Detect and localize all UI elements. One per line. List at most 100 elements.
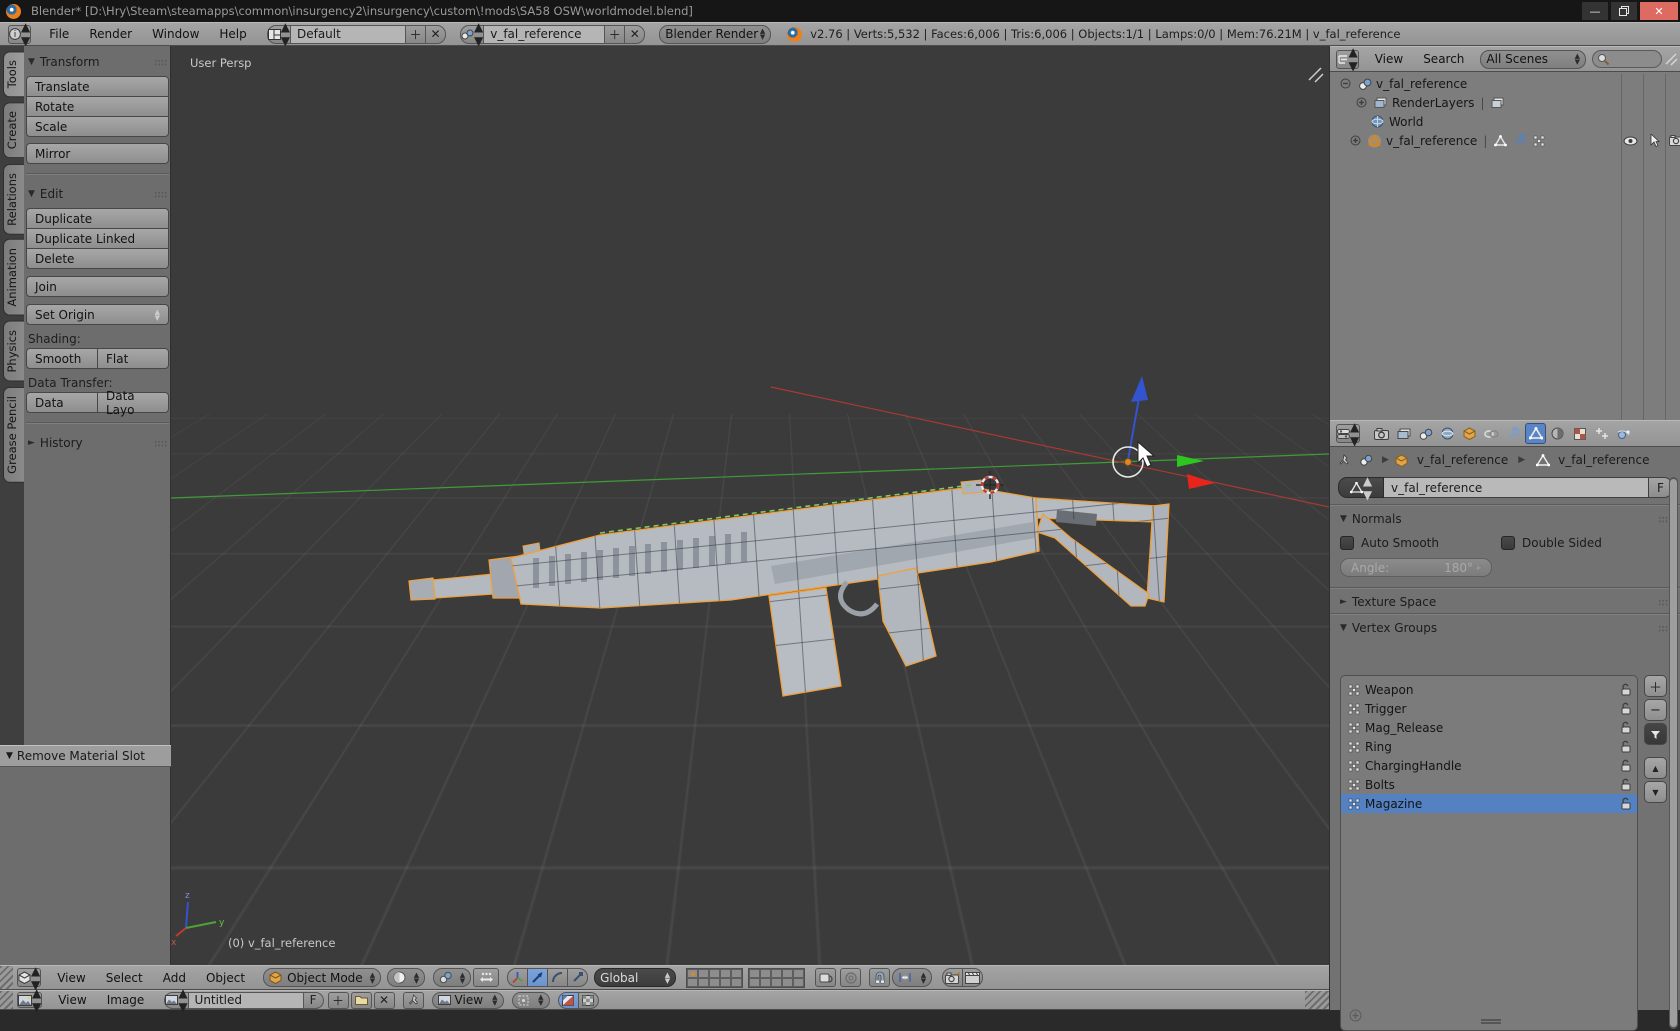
- outliner-row-world[interactable]: World: [1330, 112, 1680, 131]
- area-corner-widget[interactable]: [0, 991, 13, 1009]
- snap-toggle[interactable]: [869, 968, 891, 987]
- mesh-datablock-browse[interactable]: ▲ ▼: [1338, 474, 1384, 502]
- mirror-button[interactable]: Mirror: [26, 143, 169, 164]
- proportional-edit-toggle[interactable]: [840, 968, 862, 987]
- vertex-group-row[interactable]: Weapon: [1341, 680, 1637, 699]
- restore-button[interactable]: [1611, 2, 1637, 20]
- model-rifle[interactable]: [408, 476, 1171, 716]
- tab-scene[interactable]: [1415, 423, 1436, 444]
- pivot-point-select[interactable]: ▲ ▼: [433, 968, 472, 987]
- duplicate-linked-button[interactable]: Duplicate Linked: [26, 228, 169, 249]
- layers-group-1[interactable]: [686, 967, 744, 988]
- tab-object[interactable]: [1459, 423, 1480, 444]
- lock-to-scene-toggle[interactable]: [815, 968, 837, 987]
- panel-drag-handle[interactable]: [154, 190, 167, 198]
- selectability-cursor-icon[interactable]: [1647, 134, 1662, 147]
- tab-modifiers[interactable]: [1503, 423, 1524, 444]
- tab-object-data[interactable]: [1525, 423, 1547, 444]
- uv-pivot-select[interactable]: ▲ ▼: [511, 991, 550, 1009]
- operator-redo-panel[interactable]: ▼ Remove Material Slot: [0, 745, 171, 767]
- image-menu-image[interactable]: Image: [97, 993, 155, 1007]
- editor-type-image-button[interactable]: ▲ ▼: [17, 986, 43, 1014]
- render-engine-select[interactable]: Blender Render ▲ ▼: [659, 24, 772, 44]
- outliner-row-renderlayers[interactable]: RenderLayers |: [1330, 93, 1680, 112]
- outliner-menu-search[interactable]: Search: [1413, 52, 1474, 66]
- panel-header-normals[interactable]: ▼ Normals: [1330, 508, 1680, 530]
- view3d-menu-view[interactable]: View: [47, 971, 95, 985]
- collapse-icon[interactable]: [1338, 77, 1353, 90]
- tab-render-layers[interactable]: [1393, 423, 1414, 444]
- mode-select[interactable]: Object Mode ▲ ▼: [263, 968, 382, 987]
- tab-physics[interactable]: Physics: [3, 321, 24, 382]
- outliner-search-field[interactable]: [1591, 50, 1663, 68]
- tab-physics[interactable]: [1613, 423, 1634, 444]
- data-transfer-data-button[interactable]: Data: [26, 392, 98, 413]
- area-corner-widget[interactable]: [1662, 52, 1678, 66]
- angle-slider[interactable]: Angle: 180° ▸: [1340, 558, 1492, 577]
- menu-help[interactable]: Help: [209, 27, 256, 41]
- manipulator-z-arrowhead[interactable]: [1131, 376, 1148, 402]
- image-fake-user-button[interactable]: F: [302, 991, 324, 1009]
- scene-add-button[interactable]: ＋: [604, 24, 626, 44]
- shade-flat-button[interactable]: Flat: [97, 348, 169, 369]
- panel-header-transform[interactable]: ▼ Transform: [26, 52, 169, 72]
- image-open-button[interactable]: [350, 991, 372, 1009]
- mesh-name-field[interactable]: ▲ ▼ v_fal_reference F: [1338, 474, 1673, 502]
- layers-group-2[interactable]: [748, 967, 806, 988]
- list-resize-grip[interactable]: [1481, 1019, 1501, 1024]
- panel-drag-handle[interactable]: [154, 58, 167, 66]
- renderability-camera-icon[interactable]: [1668, 134, 1680, 147]
- rotate-button[interactable]: Rotate: [26, 96, 169, 117]
- expand-icon[interactable]: [1354, 96, 1369, 109]
- vertex-group-row[interactable]: Trigger: [1341, 699, 1637, 718]
- vertex-group-remove-button[interactable]: −: [1644, 699, 1667, 721]
- image-unlink-button[interactable]: ✕: [373, 991, 395, 1009]
- viewport-shading-select[interactable]: ▲ ▼: [387, 968, 426, 987]
- panel-drag-handle[interactable]: [154, 439, 167, 447]
- tab-particles[interactable]: [1591, 423, 1612, 444]
- vertex-group-row-selected[interactable]: Magazine: [1341, 794, 1637, 813]
- tab-grease-pencil[interactable]: Grease Pencil: [3, 386, 24, 483]
- area-corner-widget[interactable]: [1305, 991, 1329, 1009]
- outliner-menu-view[interactable]: View: [1365, 52, 1413, 66]
- menu-render[interactable]: Render: [79, 27, 142, 41]
- editor-type-properties-button[interactable]: ▲ ▼: [1336, 420, 1361, 448]
- image-view-mode-select[interactable]: View ▲ ▼: [431, 991, 504, 1009]
- vertex-group-specials-button[interactable]: [1644, 723, 1667, 745]
- breadcrumb-data[interactable]: v_fal_reference: [1558, 453, 1649, 467]
- tab-tools[interactable]: Tools: [3, 51, 24, 98]
- screen-layout-browse-button[interactable]: ▲ ▼: [266, 20, 291, 48]
- view3d-menu-add[interactable]: Add: [153, 971, 196, 985]
- area-corner-widget[interactable]: [0, 966, 13, 989]
- editor-type-3dview-button[interactable]: ▲ ▼: [17, 964, 42, 992]
- lock-open-icon[interactable]: [1620, 721, 1632, 734]
- editor-type-info-button[interactable]: i ▲ ▼: [8, 20, 32, 48]
- screen-layout-delete-button[interactable]: ✕: [424, 24, 446, 44]
- scale-button[interactable]: Scale: [26, 116, 169, 137]
- auto-smooth-checkbox[interactable]: [1340, 536, 1354, 550]
- join-button[interactable]: Join: [26, 276, 169, 297]
- outliner-row-scene[interactable]: v_fal_reference: [1330, 74, 1680, 93]
- tab-relations[interactable]: Relations: [3, 163, 24, 235]
- opengl-render-still-button[interactable]: +: [942, 968, 964, 987]
- lock-open-icon[interactable]: [1620, 702, 1632, 715]
- editor-type-outliner-button[interactable]: ▲ ▼: [1336, 45, 1359, 73]
- manipulator-scale-button[interactable]: [567, 968, 589, 987]
- tab-material[interactable]: [1547, 423, 1568, 444]
- area-corner-widget[interactable]: [1308, 67, 1324, 83]
- image-browse-button[interactable]: ▲ ▼: [164, 986, 189, 1014]
- image-new-button[interactable]: ＋: [327, 991, 349, 1009]
- double-sided-checkbox[interactable]: [1500, 536, 1515, 550]
- panel-header-vertex-groups[interactable]: ▼ Vertex Groups: [1330, 617, 1680, 639]
- tab-constraints[interactable]: [1481, 423, 1502, 444]
- manipulator-rotate-button[interactable]: [547, 968, 569, 987]
- panel-header-texture-space[interactable]: ► Texture Space: [1330, 591, 1680, 613]
- vertex-group-row[interactable]: Bolts: [1341, 775, 1637, 794]
- vertex-group-move-down-button[interactable]: ▼: [1644, 781, 1667, 803]
- tab-render[interactable]: [1371, 423, 1392, 444]
- vertex-group-row[interactable]: Ring: [1341, 737, 1637, 756]
- vertex-group-add-button[interactable]: ＋: [1644, 675, 1667, 697]
- lock-open-icon[interactable]: [1620, 740, 1632, 753]
- menu-file[interactable]: File: [39, 27, 79, 41]
- mesh-name-value[interactable]: v_fal_reference: [1384, 477, 1649, 498]
